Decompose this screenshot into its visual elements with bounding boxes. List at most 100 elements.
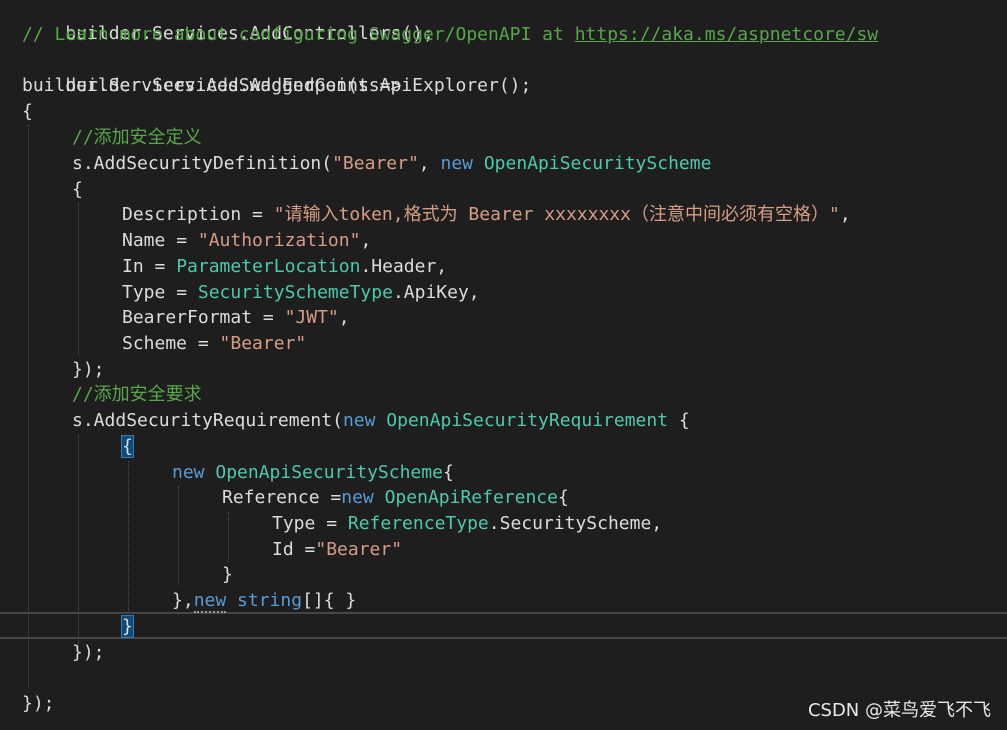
code-line-6[interactable]: //添加安全定义 [72,125,202,150]
comment-token: //添加安全要求 [72,384,202,405]
code-token: = [165,282,198,303]
string-token: "Authorization" [197,230,361,251]
brace-token: } [222,564,233,585]
code-token: s [72,410,83,431]
keyword-token: new [341,487,374,508]
code-line-7[interactable]: s.AddSecurityDefinition("Bearer", new Op… [72,151,711,176]
code-token: = [187,333,220,354]
keyword-token: new [342,410,376,431]
code-line-8[interactable]: { [72,177,83,202]
code-token: = [241,204,274,225]
string-token: "Bearer" [315,539,403,560]
code-line-22[interactable]: Id ="Bearer" [272,537,402,562]
code-editor[interactable]: builder.Services.AddControllers(); // Le… [0,0,1007,730]
code-line-1[interactable]: builder.Services.AddControllers(); [22,0,433,44]
code-token: = [252,307,285,328]
code-token: }); [22,693,55,714]
property-token: Name [122,230,166,251]
code-token: => [368,75,402,96]
code-line-11[interactable]: In = ParameterLocation.Header, [122,254,447,279]
indent-guide [128,461,129,611]
code-line-20[interactable]: Reference =new OpenApiReference{ [222,485,569,510]
property-token: Type [122,282,166,303]
string-token: "JWT" [284,307,339,328]
code-line-24[interactable]: },new string[]{ } [172,588,356,613]
type-token: ParameterLocation [176,256,361,277]
code-token: { [668,410,690,431]
code-token: = [319,487,342,508]
code-line-18[interactable]: { [121,434,134,459]
code-line-16[interactable]: //添加安全要求 [72,382,202,407]
property-token: Scheme [122,333,188,354]
type-token: ReferenceType [347,513,489,534]
string-token: "请输入token,格式为 Bearer xxxxxxxx（注意中间必须有空格）… [273,204,840,225]
keyword-token: new [193,590,227,613]
code-line-5[interactable]: { [22,99,33,124]
code-token: .Header, [360,256,448,277]
code-token: = [143,256,177,277]
type-token: OpenApiSecurityScheme [215,462,443,483]
code-line-17[interactable]: s.AddSecurityRequirement(new OpenApiSecu… [72,408,690,433]
code-token: , [418,153,441,174]
current-line-highlight [0,612,1007,639]
lambda-param: s [357,75,369,96]
code-line-19[interactable]: new OpenApiSecurityScheme{ [172,460,454,485]
type-token: OpenApiSecurityRequirement [386,410,669,431]
code-line-26[interactable]: }); [72,640,105,665]
code-line-21[interactable]: Type = ReferenceType.SecurityScheme, [272,511,662,536]
property-token: Id [272,539,294,560]
string-token: "Bearer" [332,153,419,174]
code-token: = [165,230,198,251]
brace-token: { [22,101,33,122]
code-line-23[interactable]: } [222,562,233,587]
code-token: = [293,539,316,560]
keyword-token: new [440,153,473,174]
code-token: }); [72,642,105,663]
code-line-14[interactable]: Scheme = "Bearer" [122,331,306,356]
property-token: Description [122,204,242,225]
indent-guide [228,512,229,562]
property-token: Reference [222,487,320,508]
watermark: CSDN @菜鸟爱飞不飞 [807,700,991,721]
indent-guide [178,486,179,586]
property-token: BearerFormat [122,307,253,328]
type-token: OpenApiReference [384,487,558,508]
code-line-13[interactable]: BearerFormat = "JWT", [122,305,350,330]
code-token: = [315,513,348,534]
code-line-15[interactable]: }); [72,357,105,382]
code-token: , [839,204,851,225]
code-line-10[interactable]: Name = "Authorization", [122,228,371,253]
brace-token: { [442,462,454,483]
method-token: .AddSecurityRequirement( [82,410,343,431]
code-line-3[interactable]: builder.Services.AddEndpointsApiExplorer… [22,48,531,96]
code-token: builder.Services.AddSwaggerGen( [22,75,358,96]
code-token: , [338,307,350,328]
comment-token: // Learn more about configuring Swagger/… [22,24,575,45]
brace-token: { [557,487,569,508]
indent-guide [78,203,79,355]
property-token: Type [272,513,316,534]
code-token: .ApiKey, [392,282,480,303]
code-line-27[interactable]: }); [22,691,55,716]
code-token: s [72,153,83,174]
code-token: .SecurityScheme, [488,513,663,534]
string-token: "Bearer" [219,333,307,354]
code-token: []{ } [302,590,357,611]
code-token: }, [172,590,194,611]
indent-guide [28,125,29,687]
code-token: }); [72,359,105,380]
code-line-9[interactable]: Description = "请输入token,格式为 Bearer xxxxx… [122,202,851,227]
keyword-token: new [172,462,205,483]
code-line-2[interactable]: // Learn more about configuring Swagger/… [22,22,878,47]
matched-brace: { [121,435,134,458]
code-line-25[interactable]: } [121,614,134,639]
code-line-4[interactable]: builder.Services.AddSwaggerGen(s => [22,73,401,98]
comment-link[interactable]: https://aka.ms/aspnetcore/sw [575,24,878,45]
type-token: OpenApiSecurityScheme [483,153,712,174]
code-line-12[interactable]: Type = SecuritySchemeType.ApiKey, [122,280,480,305]
method-token: .AddSecurityDefinition( [82,153,333,174]
